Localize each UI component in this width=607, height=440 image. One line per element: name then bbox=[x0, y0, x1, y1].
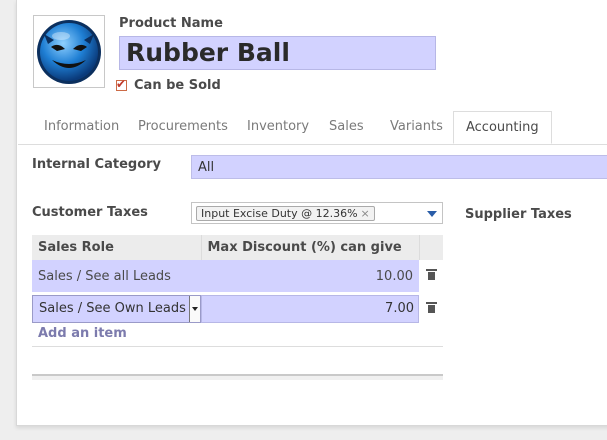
sales-roles-table: Sales Role Max Discount (%) can give Sal… bbox=[32, 235, 443, 325]
tab-accounting[interactable]: Accounting bbox=[453, 111, 552, 144]
can-be-sold-row: ✔ Can be Sold bbox=[116, 77, 221, 93]
tab-divider bbox=[18, 144, 607, 145]
tag-remove-icon[interactable]: × bbox=[361, 207, 370, 220]
cell-sales-role[interactable]: Sales / See all Leads bbox=[32, 260, 201, 293]
sales-role-select-value: Sales / See Own Leads bbox=[39, 301, 186, 316]
sales-role-select[interactable]: Sales / See Own Leads bbox=[32, 295, 201, 323]
supplier-taxes-label: Supplier Taxes bbox=[465, 207, 572, 222]
column-header-max-discount[interactable]: Max Discount (%) can give bbox=[201, 235, 420, 260]
tab-inventory[interactable]: Inventory bbox=[247, 111, 309, 143]
column-header-actions bbox=[419, 235, 443, 260]
tax-tag-label: Input Excise Duty @ 12.36% bbox=[201, 207, 358, 220]
internal-category-label: Internal Category bbox=[32, 157, 162, 172]
customer-taxes-field[interactable]: Input Excise Duty @ 12.36% × bbox=[191, 202, 443, 224]
dropdown-arrow-icon[interactable] bbox=[427, 211, 437, 217]
cell-max-discount[interactable]: 10.00 bbox=[201, 260, 419, 293]
select-arrow-icon[interactable] bbox=[189, 296, 200, 322]
checkmark-icon: ✔ bbox=[116, 77, 127, 91]
tab-information[interactable]: Information bbox=[44, 111, 119, 143]
can-be-sold-label[interactable]: Can be Sold bbox=[134, 78, 221, 93]
table-header-row: Sales Role Max Discount (%) can give bbox=[32, 235, 443, 260]
tab-variants[interactable]: Variants bbox=[390, 111, 443, 143]
internal-category-field[interactable]: All bbox=[191, 155, 607, 179]
devil-smiley-icon bbox=[37, 20, 101, 84]
delete-row-cell bbox=[419, 260, 443, 293]
tab-sales[interactable]: Sales bbox=[329, 111, 364, 143]
product-image[interactable] bbox=[33, 15, 105, 88]
column-header-sales-role[interactable]: Sales Role bbox=[32, 235, 202, 260]
product-name-label: Product Name bbox=[119, 16, 223, 31]
customer-taxes-label: Customer Taxes bbox=[32, 205, 148, 220]
tax-tag: Input Excise Duty @ 12.36% × bbox=[196, 206, 375, 221]
product-name-input[interactable]: Rubber Ball bbox=[119, 36, 436, 70]
trash-icon[interactable] bbox=[425, 268, 437, 280]
can-be-sold-checkbox[interactable]: ✔ bbox=[116, 77, 127, 91]
table-footer-bar bbox=[32, 374, 443, 380]
add-item-link[interactable]: Add an item bbox=[38, 326, 127, 341]
table-row[interactable]: Sales / See all Leads 10.00 bbox=[32, 260, 443, 293]
tab-procurements[interactable]: Procurements bbox=[138, 111, 228, 143]
add-item-row: Add an item bbox=[32, 320, 443, 347]
max-discount-input[interactable]: 7.00 bbox=[201, 295, 419, 323]
trash-icon[interactable] bbox=[425, 301, 437, 313]
